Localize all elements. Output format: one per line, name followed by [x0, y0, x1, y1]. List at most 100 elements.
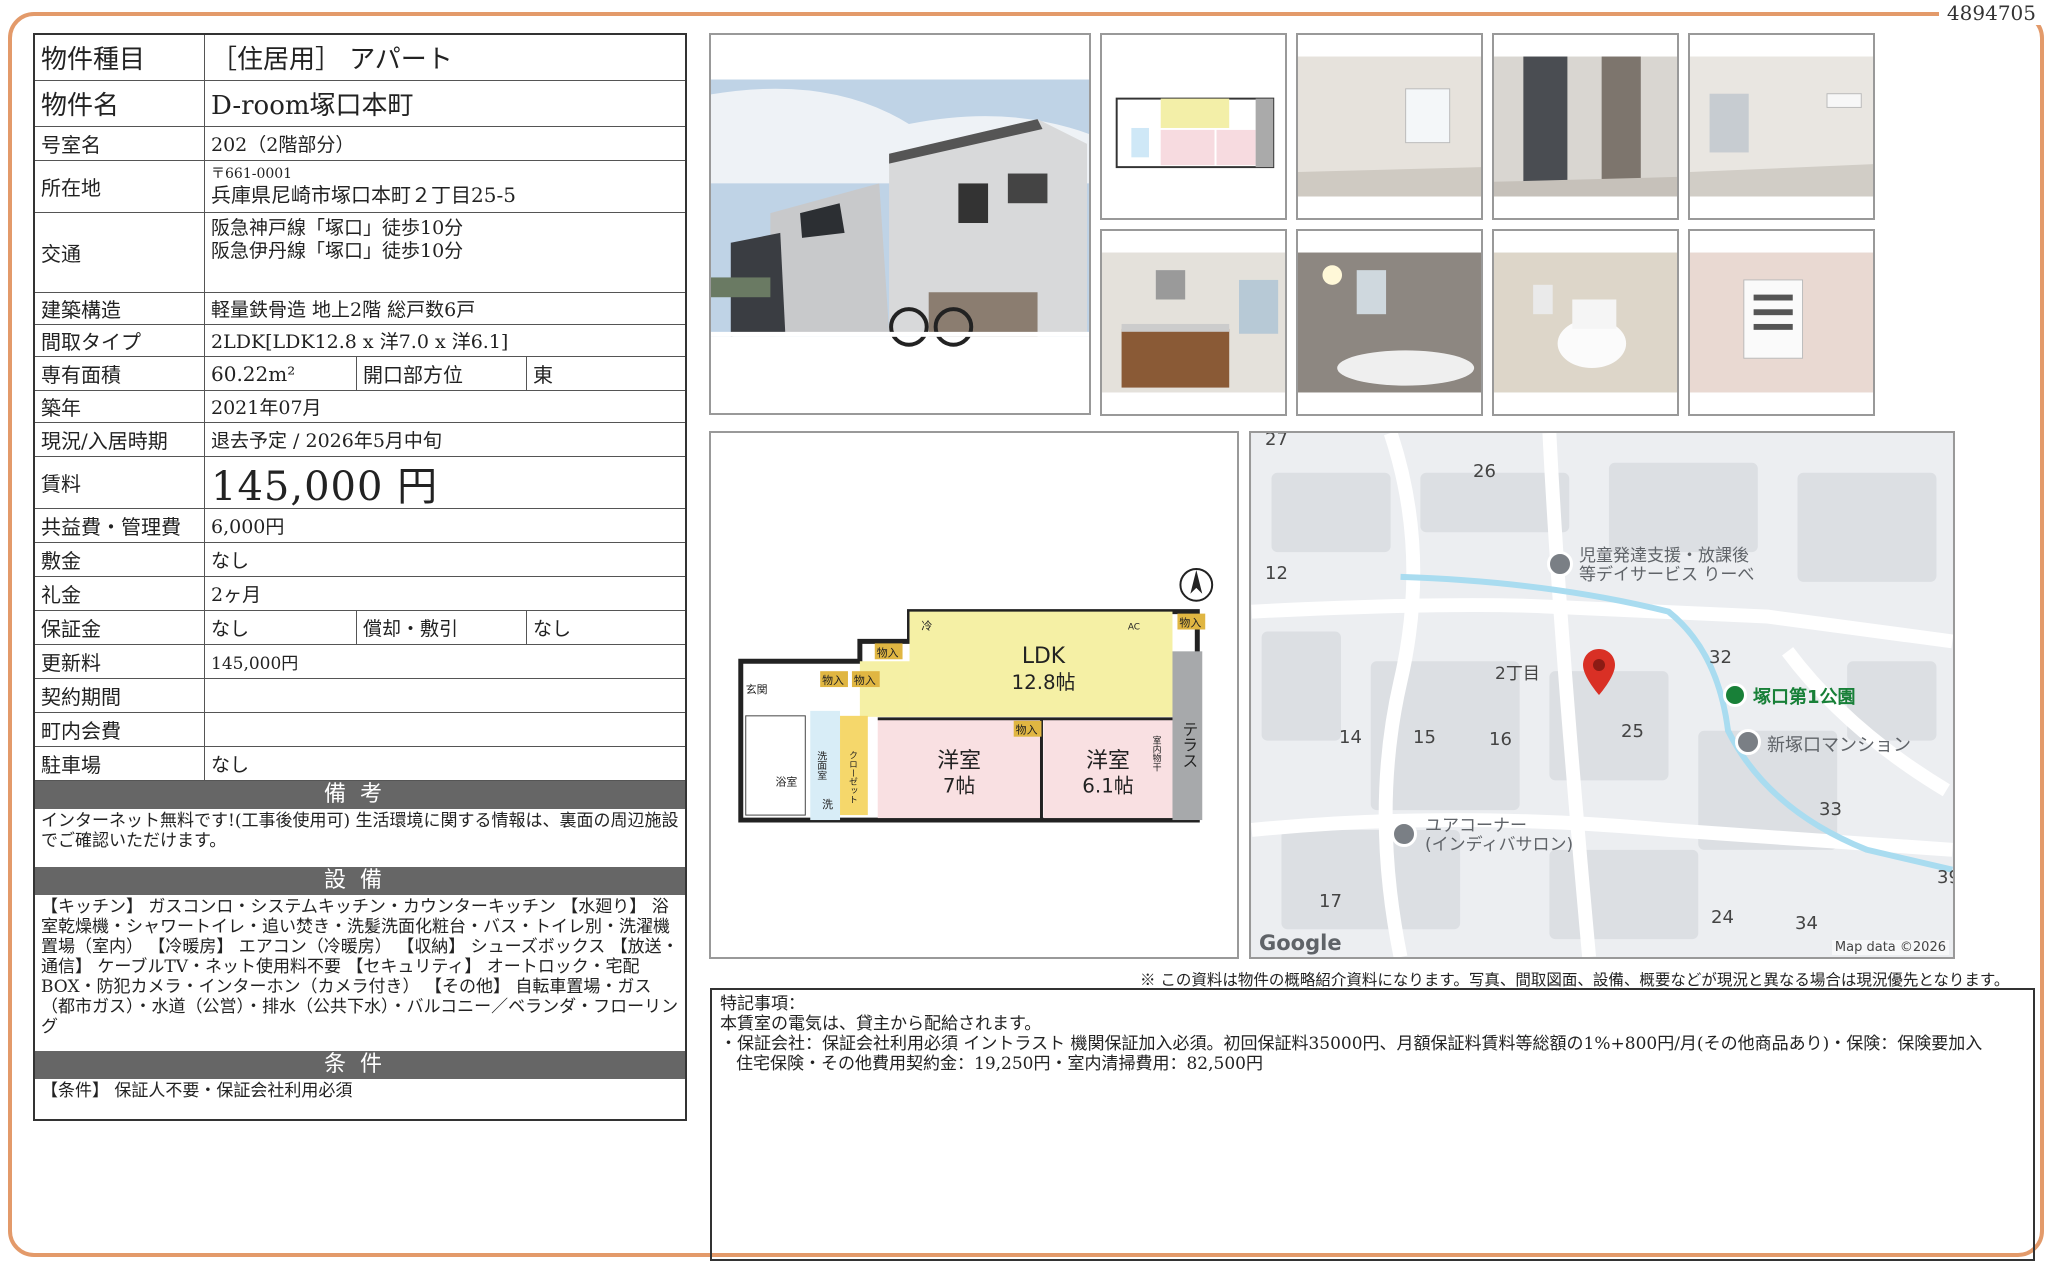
map-attribution: Map data ©2026 [1831, 940, 1949, 955]
value: 145,000円 [211, 654, 299, 674]
spec-row-layout: 間取タイプ 2LDK[LDK12.8 x 洋7.0 x 洋6.1] [35, 325, 685, 357]
storage-label: 物入 [822, 673, 844, 687]
label: 築年 [35, 391, 205, 422]
bathroom-photo [1296, 229, 1483, 416]
value: 60.22m² [205, 357, 357, 390]
special-notes-line: ・保証会社：保証会社利用必須 イントラスト 機関保証加入必須。初回保証料3500… [720, 1034, 1983, 1054]
value: 202（2階部分） [211, 134, 355, 156]
rent-value: 145,000 円 [211, 463, 439, 510]
spec-row-deposit: 敷金 なし [35, 543, 685, 577]
room1-size: 7帖 [943, 774, 975, 797]
conditions-heading: 条件 [35, 1051, 685, 1079]
label: 更新料 [35, 645, 205, 678]
label: 敷金 [35, 543, 205, 576]
label: 物件種目 [35, 35, 205, 80]
map-label: 12 [1265, 563, 1288, 584]
spec-row-built: 築年 2021年07月 [35, 391, 685, 423]
map-label: 34 [1795, 913, 1818, 934]
location-pin-icon[interactable] [1581, 647, 1617, 697]
north-arrow-icon [1179, 567, 1214, 602]
control-panel-photo [1688, 229, 1875, 416]
spec-row-structure: 建築構造 軽量鉄骨造 地上2階 総戸数6戸 [35, 293, 685, 325]
postal-code: 〒661-0001 [211, 166, 293, 183]
washer-label: 洗 [822, 798, 833, 811]
label: 物件名 [35, 81, 205, 126]
address: 兵庫県尼崎市塚口本町２丁目25-5 [211, 182, 516, 207]
wash-room-label: 洗面室 [815, 750, 827, 780]
terrace-label: テラス [1180, 721, 1199, 769]
spec-row-room: 号室名 202（2階部分） [35, 127, 685, 161]
label: 契約期間 [35, 679, 205, 712]
storage-label: 物入 [1016, 723, 1038, 737]
poi-name-line-2: (インディバサロン) [1425, 835, 1574, 855]
poi-name: ユアコーナー [1425, 816, 1527, 836]
special-notes-line: 本賃室の電気は、貸主から配給されます。 [720, 1014, 1042, 1034]
value: 軽量鉄骨造 地上2階 総戸数6戸 [211, 299, 476, 321]
ldk-size: 12.8帖 [1011, 671, 1075, 694]
floorplan-thumbnail [1100, 33, 1287, 220]
park-icon[interactable] [1723, 683, 1747, 707]
closet-label: クローゼット [847, 750, 857, 804]
bath-label: 浴室 [776, 774, 798, 788]
label: 間取タイプ [35, 325, 205, 356]
value: D-room塚口本町 [211, 91, 414, 121]
map-label: 17 [1319, 891, 1342, 912]
traffic-line-2: 阪急伊丹線「塚口」徒歩10分 [211, 239, 464, 262]
kitchen-photo [1100, 229, 1287, 416]
storage-label: 物入 [1179, 616, 1201, 630]
room2-label: 洋室 [1086, 748, 1130, 773]
disclaimer-note: ※ この資料は物件の概略紹介資料になります。写真、間取図面、設備、概要などが現況… [1140, 971, 2010, 989]
value: 6,000円 [211, 516, 285, 538]
poi-name-line-2: 等デイサービス りーべ [1579, 565, 1755, 585]
value [205, 713, 685, 746]
ac-label: AC [1128, 623, 1140, 633]
poi-name: 児童発達支援・放課後 [1579, 546, 1749, 566]
google-logo: Google [1259, 931, 1342, 955]
amortization-label: 償却・敷引 [357, 611, 527, 644]
map-label: 27 [1265, 431, 1288, 450]
toilet-photo [1492, 229, 1679, 416]
value: なし [205, 611, 357, 644]
map-label: 16 [1489, 729, 1512, 750]
room-photo-2 [1492, 33, 1679, 220]
spec-row-contract: 契約期間 [35, 679, 685, 713]
special-notes-box: 特記事項： 本賃室の電気は、貸主から配給されます。 ・保証会社：保証会社利用必須… [710, 988, 2035, 1261]
facing-value: 東 [533, 363, 553, 387]
poi-marker-icon[interactable] [1547, 551, 1573, 577]
spec-row-traffic: 交通 阪急神戸線「塚口」徒歩10分 阪急伊丹線「塚口」徒歩10分 [35, 213, 685, 293]
map-label: 33 [1819, 799, 1842, 820]
value: ［住居用］ アパート [211, 45, 453, 75]
spec-row-type: 物件種目 ［住居用］ アパート [35, 35, 685, 81]
label: 町内会費 [35, 713, 205, 746]
spec-row-name: 物件名 D-room塚口本町 [35, 81, 685, 127]
value: なし [211, 550, 250, 572]
park-name: 塚口第1公園 [1753, 687, 1856, 708]
value: 阪急神戸線「塚口」徒歩10分 阪急伊丹線「塚口」徒歩10分 [205, 213, 685, 292]
location-map[interactable]: 27 26 12 2丁目 32 14 15 16 25 33 17 24 34 … [1249, 431, 1955, 959]
label: 駐車場 [35, 747, 205, 780]
poi-marker-icon[interactable] [1735, 729, 1761, 755]
map-label: 2丁目 [1495, 664, 1540, 684]
poi-marker-icon[interactable] [1391, 821, 1417, 847]
special-notes-line: 住宅保険・その他費用契約金：19,250円・室内清掃費用：82,500円 [736, 1054, 1263, 1074]
label: 交通 [35, 213, 205, 292]
map-label: 24 [1711, 907, 1734, 928]
document-id: 4894705 [1938, 1, 2044, 25]
facing-label: 開口部方位 [357, 357, 527, 390]
value: なし [211, 754, 250, 776]
room-photo-3 [1688, 33, 1875, 220]
label: 号室名 [35, 127, 205, 160]
spec-row-key-money: 礼金 2ヶ月 [35, 577, 685, 611]
ldk-label: LDK [1022, 644, 1066, 669]
spec-row-rent: 賃料 145,000 円 [35, 457, 685, 510]
label: 現況/入居時期 [35, 423, 205, 456]
spec-row-guarantee: 保証金 なし 償却・敷引 なし [35, 611, 685, 645]
floor-plan: LDK 12.8帖 洋室 7帖 洋室 6.1帖 テラス 玄関 浴室 洗面室 クロ… [709, 431, 1239, 959]
spec-row-area: 専有面積 60.22m² 開口部方位 東 [35, 357, 685, 391]
room2-size: 6.1帖 [1082, 774, 1133, 797]
map-label: 14 [1339, 727, 1362, 748]
label: 所在地 [35, 161, 205, 212]
spec-row-status: 現況/入居時期 退去予定 / 2026年5月中旬 [35, 423, 685, 457]
label: 共益費・管理費 [35, 509, 205, 542]
value: 2021年07月 [211, 397, 322, 419]
